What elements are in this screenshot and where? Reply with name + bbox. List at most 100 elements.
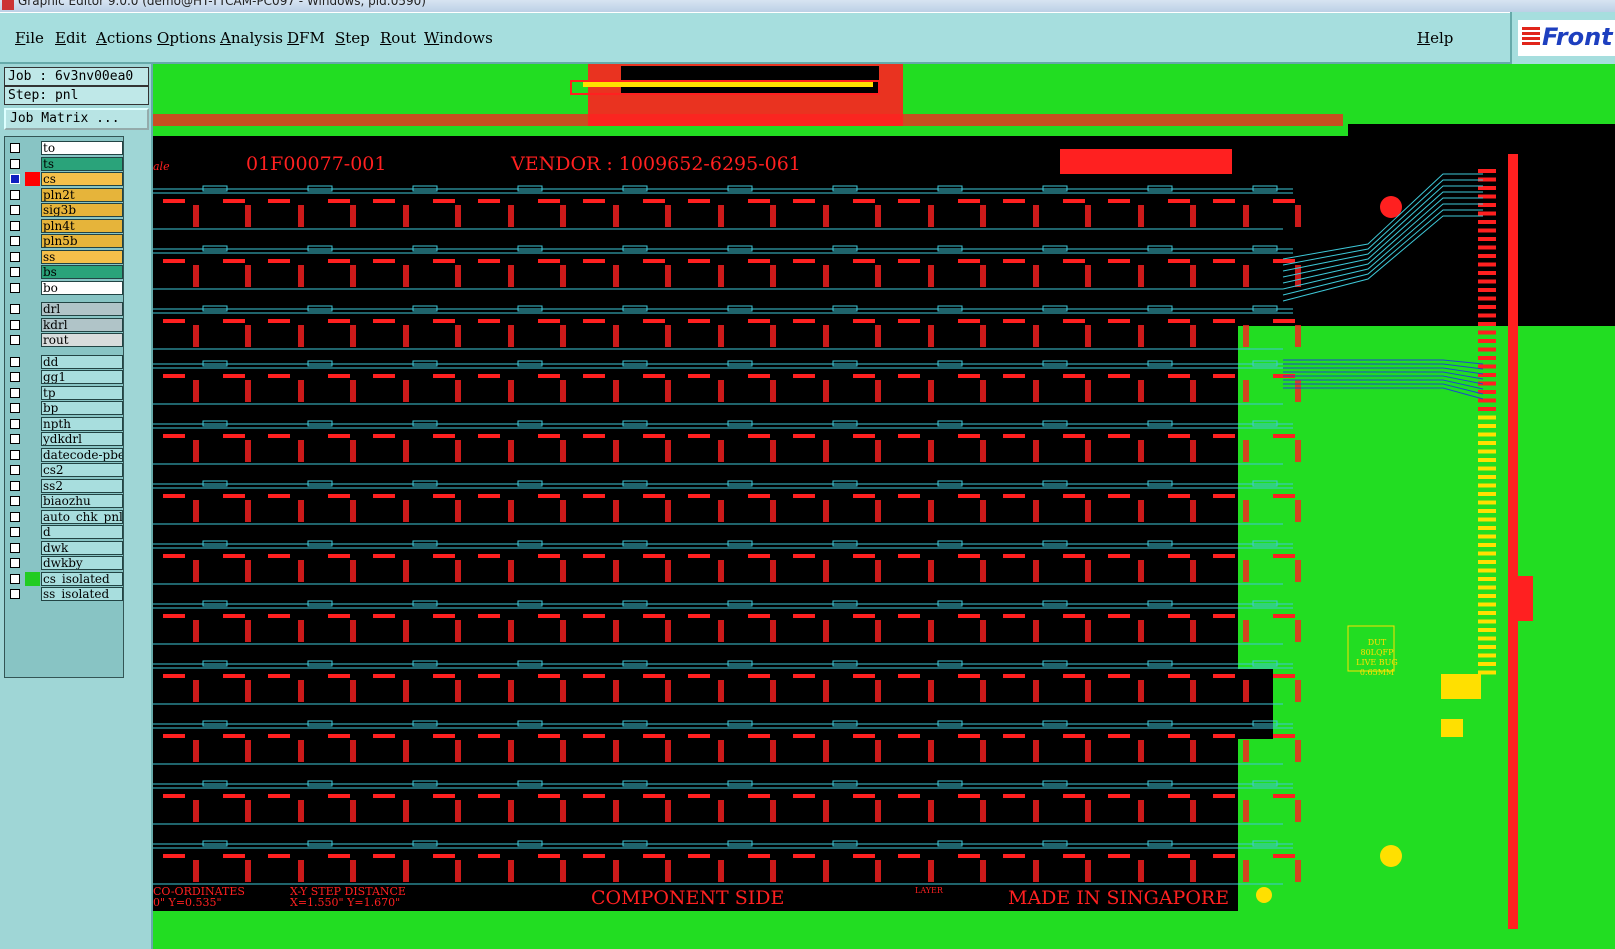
layer-name[interactable]: pln4t (41, 218, 123, 233)
layer-row-datecode-pbe[interactable]: datecode-pbe (5, 447, 123, 462)
layer-row-dd[interactable]: dd (5, 354, 123, 369)
layer-checkbox[interactable] (10, 372, 20, 382)
layer-checkbox[interactable] (10, 542, 20, 553)
layer-name[interactable]: bs (41, 265, 123, 279)
layer-name[interactable]: sig3b (41, 203, 123, 217)
layer-row-drl[interactable]: drl (5, 302, 123, 316)
menu-rout[interactable]: Rout (380, 29, 416, 47)
layer-checkbox[interactable] (10, 573, 20, 584)
layer-checkbox[interactable] (10, 589, 20, 599)
layer-name[interactable]: to (41, 141, 123, 155)
layer-name[interactable]: ss2 (41, 478, 123, 493)
menu-actions[interactable]: Actions (96, 29, 152, 47)
layer-name[interactable]: gg1 (41, 370, 123, 384)
layer-checkbox[interactable] (10, 511, 20, 522)
menu-options[interactable]: Options (157, 29, 216, 47)
layer-row-ts[interactable]: ts (5, 156, 123, 171)
layer-checkbox[interactable] (10, 174, 20, 184)
menu-windows[interactable]: Windows (424, 29, 493, 47)
layer-row-pln5b[interactable]: pln5b (5, 234, 123, 248)
layer-name[interactable]: auto_chk_pnl (41, 509, 123, 524)
layer-row-bs[interactable]: bs (5, 265, 123, 279)
layer-row-bp[interactable]: bp (5, 401, 123, 415)
layer-row-npth[interactable]: npth (5, 416, 123, 431)
job-matrix-button[interactable]: Job Matrix ... (4, 108, 149, 130)
layer-name[interactable]: biaozhu (41, 494, 123, 508)
layer-row-sig3b[interactable]: sig3b (5, 203, 123, 217)
layer-name[interactable]: d (41, 525, 123, 539)
layer-name[interactable]: bo (41, 280, 123, 295)
layer-checkbox[interactable] (10, 465, 20, 475)
layer-checkbox[interactable] (10, 449, 20, 460)
graphics-canvas[interactable]: ale 01F00077-001 VENDOR : 1009652-6295-0… (153, 64, 1615, 949)
layer-checkbox[interactable] (10, 335, 20, 345)
layer-checkbox[interactable] (10, 205, 20, 215)
layer-row-ss[interactable]: ss (5, 249, 123, 264)
layer-checkbox[interactable] (10, 236, 20, 246)
layer-checkbox[interactable] (10, 189, 20, 200)
layer-name[interactable]: cs (41, 172, 123, 186)
layer-name[interactable]: bp (41, 401, 123, 415)
layer-name[interactable]: dwk (41, 540, 123, 555)
menu-file[interactable]: File (15, 29, 44, 47)
menu-dfm[interactable]: DFM (287, 29, 325, 47)
layer-name[interactable]: ts (41, 156, 123, 171)
layer-row-kdrl[interactable]: kdrl (5, 317, 123, 332)
layer-checkbox[interactable] (10, 251, 20, 262)
layer-checkbox[interactable] (10, 496, 20, 506)
layer-name[interactable]: datecode-pbe (41, 447, 123, 462)
layer-row-ss2[interactable]: ss2 (5, 478, 123, 493)
layer-checkbox[interactable] (10, 143, 20, 153)
layer-checkbox[interactable] (10, 319, 20, 330)
layer-row-bo[interactable]: bo (5, 280, 123, 295)
layer-row-ss_isolated[interactable]: ss_isolated (5, 587, 123, 601)
layer-row-rout[interactable]: rout (5, 333, 123, 347)
layer-name[interactable]: rout (41, 333, 123, 347)
layer-checkbox[interactable] (10, 434, 20, 444)
layer-checkbox[interactable] (10, 282, 20, 293)
layer-row-pln2t[interactable]: pln2t (5, 187, 123, 202)
layer-name[interactable]: cs2 (41, 463, 123, 477)
layer-row-tp[interactable]: tp (5, 385, 123, 400)
layer-name[interactable]: kdrl (41, 317, 123, 332)
layer-row-cs2[interactable]: cs2 (5, 463, 123, 477)
layer-row-gg1[interactable]: gg1 (5, 370, 123, 384)
layer-checkbox[interactable] (10, 403, 20, 413)
layer-row-pln4t[interactable]: pln4t (5, 218, 123, 233)
layer-row-cs_isolated[interactable]: cs_isolated (5, 571, 123, 586)
layer-checkbox[interactable] (10, 356, 20, 367)
layer-row-cs[interactable]: cs (5, 172, 123, 186)
menu-help[interactable]: Help (1417, 29, 1453, 47)
layer-checkbox[interactable] (10, 480, 20, 491)
layer-name[interactable]: ydkdrl (41, 432, 123, 446)
layer-row-auto_chk_pnl[interactable]: auto_chk_pnl (5, 509, 123, 524)
layer-row-ydkdrl[interactable]: ydkdrl (5, 432, 123, 446)
menu-analysis[interactable]: Analysis (220, 29, 283, 47)
layer-name[interactable]: npth (41, 416, 123, 431)
menu-step[interactable]: Step (335, 29, 370, 47)
layer-name[interactable]: cs_isolated (41, 571, 123, 586)
layer-checkbox[interactable] (10, 304, 20, 314)
smd-pad-column (823, 500, 829, 522)
layer-row-dwk[interactable]: dwk (5, 540, 123, 555)
layer-row-biaozhu[interactable]: biaozhu (5, 494, 123, 508)
layer-checkbox[interactable] (10, 527, 20, 537)
layer-checkbox[interactable] (10, 418, 20, 429)
layer-name[interactable]: ss_isolated (41, 587, 123, 601)
layer-row-dwkby[interactable]: dwkby (5, 556, 123, 570)
layer-name[interactable]: ss (41, 249, 123, 264)
layer-name[interactable]: dd (41, 354, 123, 369)
layer-name[interactable]: drl (41, 302, 123, 316)
layer-name[interactable]: pln5b (41, 234, 123, 248)
layer-name[interactable]: dwkby (41, 556, 123, 570)
layer-checkbox[interactable] (10, 387, 20, 398)
layer-checkbox[interactable] (10, 158, 20, 169)
layer-row-to[interactable]: to (5, 141, 123, 155)
layer-name[interactable]: tp (41, 385, 123, 400)
layer-checkbox[interactable] (10, 267, 20, 277)
layer-checkbox[interactable] (10, 220, 20, 231)
layer-checkbox[interactable] (10, 558, 20, 568)
menu-edit[interactable]: Edit (55, 29, 86, 47)
layer-name[interactable]: pln2t (41, 187, 123, 202)
layer-row-d[interactable]: d (5, 525, 123, 539)
